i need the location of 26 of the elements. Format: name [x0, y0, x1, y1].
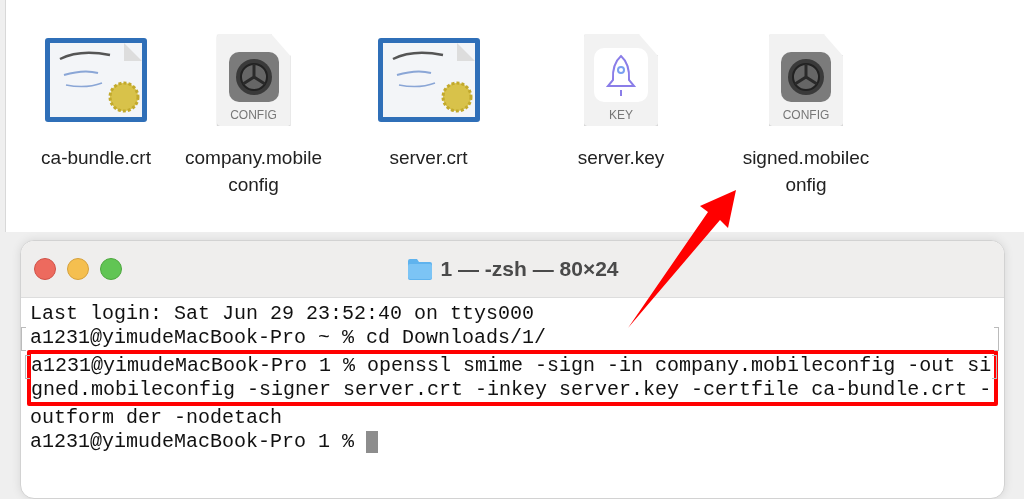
close-button[interactable]	[34, 258, 56, 280]
terminal-line: a1231@yimudeMacBook-Pro 1 %	[30, 430, 356, 454]
rocket-icon	[594, 48, 648, 102]
file-name[interactable]: server.crt	[389, 144, 468, 171]
terminal-line: outform der -nodetach	[30, 406, 283, 430]
file-name[interactable]: ca-bundle.crt	[41, 144, 151, 171]
certificate-icon	[44, 37, 148, 123]
settings-icon	[781, 52, 831, 102]
terminal-line: a1231@yimudeMacBook-Pro 1 % openssl smime -sign -in company.mobileconfig -out si	[31, 354, 992, 378]
folder-icon	[406, 258, 433, 280]
certificate-icon	[376, 37, 481, 123]
terminal-line: a1231@yimudeMacBook-Pro ~ % cd Downloads/1/	[30, 326, 547, 350]
terminal-line: Last login: Sat Jun 29 23:52:40 on ttys000	[30, 302, 535, 326]
line-mark	[992, 355, 997, 379]
line-mark	[994, 327, 999, 351]
file-name[interactable]: server.key	[577, 144, 665, 171]
settings-icon	[228, 52, 279, 102]
terminal-line: gned.mobileconfig -signer server.crt -inkey server.key -certfile ca-bundle.crt -	[31, 378, 992, 402]
window-title: 1 — -zsh — 80×24	[440, 257, 619, 281]
zoom-button[interactable]	[100, 258, 122, 280]
minimize-button[interactable]	[67, 258, 89, 280]
file-name[interactable]: signed.mobilec onfig	[742, 144, 870, 198]
file-name[interactable]: company.mobile config	[185, 144, 322, 198]
file-type-label: CONFIG	[782, 108, 830, 122]
file-type-label: CONFIG	[230, 108, 277, 122]
file-type-label: KEY	[609, 108, 633, 122]
